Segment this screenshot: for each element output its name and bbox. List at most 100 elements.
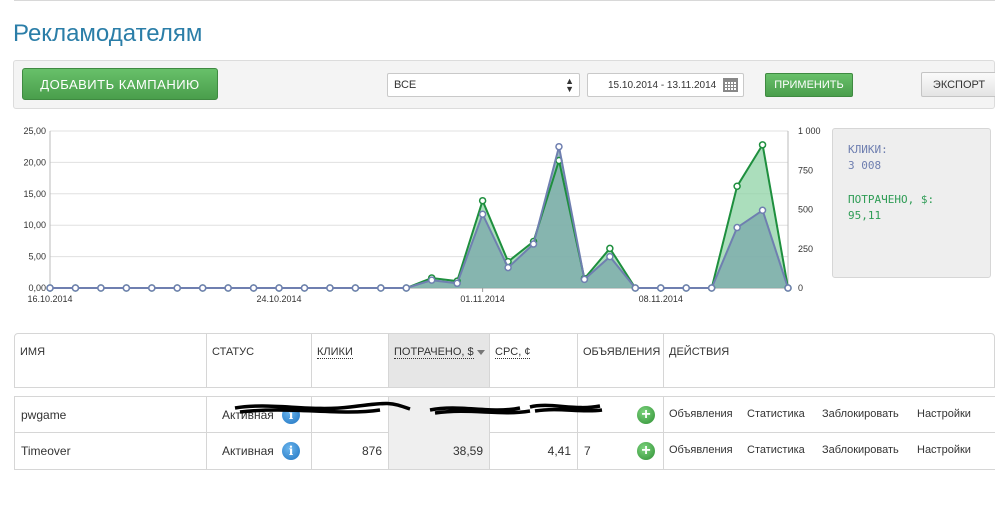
block-link[interactable]: Заблокировать: [822, 397, 899, 431]
date-range-value: 15.10.2014 - 13.11.2014: [608, 80, 717, 91]
data-point: [224, 284, 232, 292]
campaign-filter-select[interactable]: ВСЕ ▲ ▼: [387, 73, 580, 97]
y-tick-label-right: 750: [798, 165, 813, 175]
data-point: [97, 284, 105, 292]
row-status-label: Активная: [222, 444, 274, 458]
export-button[interactable]: ЭКСПОРТ: [921, 72, 995, 97]
header-spent[interactable]: ПОТРАЧЕНО, $: [388, 334, 489, 387]
clicks-label: КЛИКИ:: [848, 143, 888, 156]
table-spacer: [14, 388, 995, 396]
spent-total: 95,11: [848, 209, 882, 222]
header-ads: ОБЪЯВЛЕНИЯ: [577, 334, 663, 387]
toolbar: ДОБАВИТЬ КАМПАНИЮ ВСЕ ▲ ▼ 15.10.2014 - 13…: [13, 60, 995, 109]
summary-panel: КЛИКИ: 3 008 ПОТРАЧЕНО, $: 95,11: [832, 128, 991, 278]
add-ad-icon[interactable]: +: [637, 442, 655, 460]
header-spent-label[interactable]: ПОТРАЧЕНО, $: [394, 346, 474, 359]
data-point: [402, 284, 411, 292]
y-tick-label-left: 0,00: [28, 283, 46, 293]
y-tick-label-right: 500: [798, 205, 813, 215]
data-point: [275, 284, 283, 292]
ads-link[interactable]: Объявления: [669, 433, 733, 467]
data-point: [148, 284, 156, 292]
clicks-total: 3 008: [848, 159, 882, 172]
stats-link[interactable]: Статистика: [747, 433, 805, 467]
page-title: Рекламодателям: [13, 20, 203, 47]
row-name[interactable]: Timeover: [21, 433, 206, 469]
header-status: СТАТУС: [206, 334, 311, 387]
statistics-chart: 25,00 20,00 15,00 10,00 5,00 0,00 1 000 750 500 2…: [23, 126, 821, 304]
data-point: [122, 284, 131, 292]
updown-arrows-icon: ▲ ▼: [565, 76, 574, 94]
y-tick-label-left: 25,00: [23, 126, 46, 136]
series-area-1: [50, 146, 788, 288]
filter-value: ВСЕ: [394, 79, 417, 91]
y-tick-label-left: 10,00: [23, 220, 46, 230]
apply-button[interactable]: ПРИМЕНИТЬ: [765, 73, 853, 97]
settings-link[interactable]: Настройки: [917, 433, 971, 467]
date-range-input[interactable]: 15.10.2014 - 13.11.2014: [587, 73, 744, 97]
series-line-1: [50, 146, 789, 289]
header-cpc-label[interactable]: CPC, ¢: [495, 346, 531, 359]
header-cpc[interactable]: CPC, ¢: [489, 334, 577, 387]
data-point: [606, 244, 614, 253]
y-tick-label-left: 20,00: [23, 157, 46, 167]
data-point: [300, 284, 309, 292]
y-tick-label-left: 5,00: [28, 252, 46, 262]
data-point: [71, 284, 80, 292]
data-point: [453, 279, 461, 288]
data-point: [758, 206, 767, 215]
data-point: [249, 284, 258, 292]
header-actions: ДЕЙСТВИЯ: [663, 334, 994, 387]
row-actions: Объявления Статистика Заблокировать Наст…: [663, 397, 995, 433]
x-tick-label: 24.10.2014: [257, 294, 302, 304]
data-point: [733, 182, 741, 191]
header-name: ИМЯ: [20, 346, 46, 358]
data-point: [46, 284, 54, 292]
add-ad-icon[interactable]: +: [637, 406, 655, 424]
data-point: [733, 223, 741, 232]
y-tick-label-right: 1 000: [798, 126, 821, 136]
x-tick-label: 16.10.2014: [27, 294, 72, 304]
data-point: [631, 284, 640, 292]
sort-desc-icon[interactable]: [476, 349, 485, 355]
calendar-icon[interactable]: [723, 78, 738, 92]
row-name[interactable]: pwgame: [21, 397, 206, 433]
settings-link[interactable]: Настройки: [917, 397, 971, 431]
series-area-0: [50, 144, 788, 288]
info-icon[interactable]: i: [282, 442, 300, 460]
data-point: [478, 196, 487, 205]
header-clicks-label[interactable]: КЛИКИ: [317, 346, 353, 359]
table-header: ИМЯ СТАТУС КЛИКИ ПОТРАЧЕНО, $ CPC, ¢ ОБЪ…: [14, 333, 995, 388]
data-point: [529, 240, 538, 248]
stats-link[interactable]: Статистика: [747, 397, 805, 431]
data-point: [682, 284, 690, 292]
block-link[interactable]: Заблокировать: [822, 433, 899, 467]
data-point: [326, 284, 334, 292]
y-tick-label-left: 15,00: [23, 189, 46, 199]
top-divider: [14, 0, 995, 1]
data-point: [657, 284, 665, 292]
row-actions: Объявления Статистика Заблокировать Наст…: [663, 433, 995, 469]
ads-link[interactable]: Объявления: [669, 397, 733, 431]
redaction-scribble: [234, 401, 603, 415]
series-line-0: [50, 142, 789, 289]
x-tick-label: 01.11.2014: [460, 294, 504, 304]
row-clicks: 876: [311, 433, 388, 469]
data-point: [198, 284, 207, 292]
data-point: [606, 252, 614, 261]
y-tick-label-right: 0: [798, 283, 803, 293]
header-clicks[interactable]: КЛИКИ: [311, 334, 388, 387]
data-point: [351, 284, 360, 292]
y-tick-label-right: 250: [798, 244, 813, 254]
data-point: [784, 284, 792, 292]
data-point: [504, 263, 512, 272]
data-point: [173, 284, 181, 292]
data-point: [707, 284, 716, 292]
add-campaign-button[interactable]: ДОБАВИТЬ КАМПАНИЮ: [22, 68, 218, 100]
data-point: [758, 141, 767, 149]
data-point: [555, 142, 563, 151]
data-point: [580, 275, 589, 284]
data-point: [377, 284, 385, 292]
data-point: [427, 276, 436, 284]
row-spent: 38,59: [388, 433, 489, 469]
